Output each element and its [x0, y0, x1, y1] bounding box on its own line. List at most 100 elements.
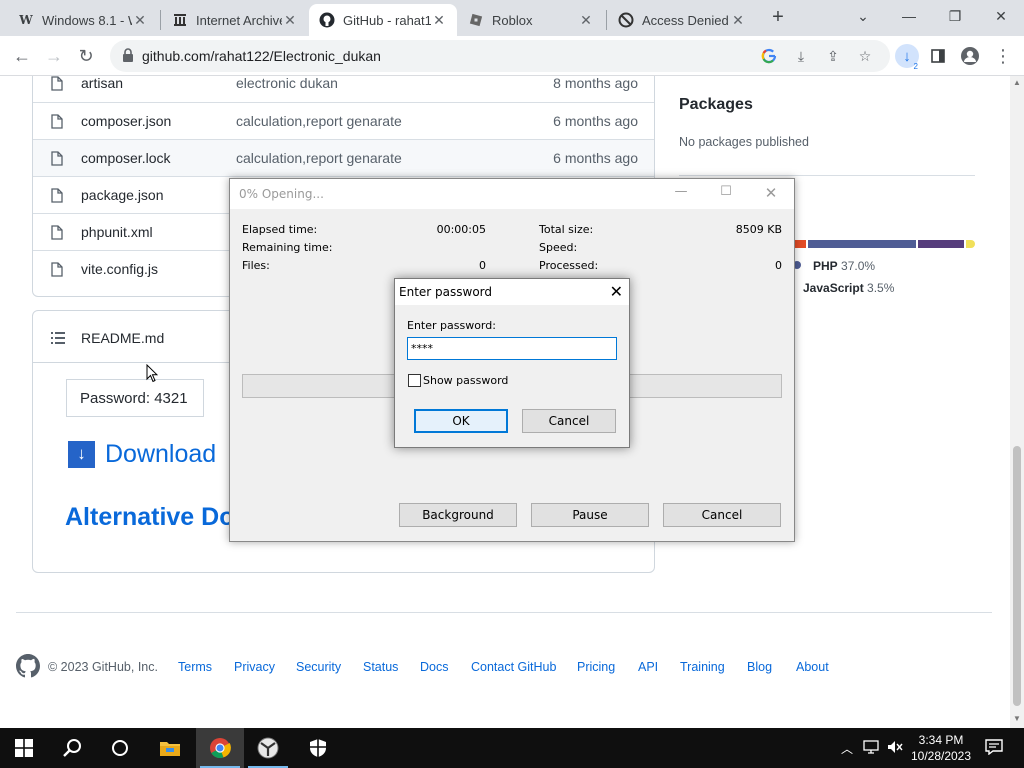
close-icon[interactable]: ✕ [282, 12, 298, 29]
forward-icon[interactable]: → [40, 42, 68, 70]
close-icon[interactable]: ✕ [756, 184, 786, 204]
commit-message[interactable]: electronic dukan [236, 76, 338, 91]
download-link[interactable]: ↓ Download [68, 439, 216, 469]
download-link-text[interactable]: Download [105, 440, 216, 469]
cancel-button[interactable]: Cancel [522, 409, 616, 433]
file-name[interactable]: phpunit.xml [81, 224, 153, 240]
bookmark-star-icon[interactable]: ☆ [856, 47, 874, 65]
7zip-app-icon[interactable] [244, 728, 292, 768]
reload-icon[interactable]: ↻ [72, 42, 100, 70]
network-icon[interactable] [862, 740, 880, 756]
start-button[interactable] [0, 728, 48, 768]
processed-value: 0 [775, 259, 782, 272]
copyright-text: © 2023 GitHub, Inc. [48, 660, 158, 674]
footer-link-security[interactable]: Security [296, 660, 341, 674]
ok-button[interactable]: OK [414, 409, 508, 433]
file-row[interactable]: artisan electronic dukan 8 months ago [33, 76, 654, 102]
language-bar-segment [918, 240, 964, 248]
show-password-checkbox[interactable] [408, 374, 421, 387]
address-bar[interactable]: github.com/rahat122/Electronic_dukan ⤓ ⇪… [110, 40, 890, 72]
cortana-icon[interactable] [96, 728, 144, 768]
commit-message[interactable]: calculation,report genarate [236, 150, 402, 166]
file-name[interactable]: composer.json [81, 113, 171, 129]
close-icon[interactable]: ✕ [431, 12, 447, 29]
close-icon[interactable]: ✕ [578, 12, 594, 29]
show-password-label[interactable]: Show password [423, 374, 508, 387]
google-icon[interactable] [760, 47, 778, 65]
pause-button[interactable]: Pause [531, 503, 649, 527]
scroll-up-arrow-icon[interactable]: ▲ [1013, 78, 1021, 87]
tab-title: Internet Archive [196, 12, 282, 28]
page-scrollbar[interactable]: ▲ ▼ [1010, 76, 1024, 728]
close-icon[interactable]: ✕ [610, 282, 623, 301]
footer-link-privacy[interactable]: Privacy [234, 660, 275, 674]
files-value: 0 [479, 259, 486, 272]
packages-title[interactable]: Packages [679, 96, 753, 114]
commit-age: 6 months ago [553, 150, 638, 166]
restore-button[interactable]: ❐ [932, 0, 978, 32]
commit-message[interactable]: calculation,report genarate [236, 113, 402, 129]
footer-link-blog[interactable]: Blog [747, 660, 772, 674]
language-javascript[interactable]: JavaScript 3.5% [803, 281, 894, 295]
close-icon[interactable]: ✕ [132, 12, 148, 29]
file-icon [51, 225, 63, 243]
install-app-icon[interactable]: ⤓ [792, 47, 810, 65]
system-clock[interactable]: 3:34 PM 10/28/2023 [906, 732, 976, 764]
windows-security-icon[interactable] [294, 728, 342, 768]
cancel-button[interactable]: Cancel [663, 503, 781, 527]
tab-search-icon[interactable]: ⌄ [840, 0, 886, 32]
search-icon[interactable] [48, 728, 96, 768]
show-hidden-icons-chevron-icon[interactable]: ︿ [838, 740, 856, 756]
volume-muted-icon[interactable] [886, 740, 904, 756]
tab-github[interactable]: GitHub - rahat1 ✕ [309, 4, 457, 36]
footer-link-terms[interactable]: Terms [178, 660, 212, 674]
close-icon[interactable]: ✕ [730, 12, 746, 29]
footer-link-training[interactable]: Training [680, 660, 725, 674]
file-explorer-icon[interactable] [146, 728, 194, 768]
tab-roblox[interactable]: Roblox ✕ [458, 4, 604, 36]
file-name[interactable]: vite.config.js [81, 261, 158, 277]
archive-icon [172, 12, 188, 28]
action-center-icon[interactable] [985, 739, 1003, 756]
maximize-icon[interactable]: ☐ [711, 184, 741, 204]
minimize-button[interactable]: — [886, 0, 932, 32]
scrollbar-thumb[interactable] [1013, 446, 1021, 706]
downloads-icon[interactable]: ↓ 2 [895, 44, 919, 71]
footer-link-docs[interactable]: Docs [420, 660, 448, 674]
tab-access-denied[interactable]: Access Denied ✕ [608, 4, 756, 36]
alternative-download-heading[interactable]: Alternative Dov [65, 503, 248, 532]
commit-age: 8 months ago [553, 76, 638, 91]
file-row[interactable]: composer.json calculation,report genarat… [33, 102, 654, 139]
footer-link-about[interactable]: About [796, 660, 829, 674]
dialog-titlebar[interactable]: 0% Opening... — ☐ ✕ [230, 179, 794, 209]
tab-internet-archive[interactable]: Internet Archive ✕ [162, 4, 308, 36]
dialog-titlebar[interactable]: Enter password ✕ [395, 279, 629, 305]
file-name[interactable]: composer.lock [81, 150, 170, 166]
file-row[interactable]: composer.lock calculation,report genarat… [33, 139, 654, 176]
more-menu-icon[interactable]: ⋮ [992, 45, 1014, 67]
scroll-down-arrow-icon[interactable]: ▼ [1013, 714, 1021, 723]
profile-avatar-icon[interactable] [959, 45, 981, 67]
footer-link-contact[interactable]: Contact GitHub [471, 660, 556, 674]
footer-link-api[interactable]: API [638, 660, 658, 674]
background-button[interactable]: Background [399, 503, 517, 527]
file-name[interactable]: artisan [81, 76, 123, 91]
file-name[interactable]: package.json [81, 187, 164, 203]
list-icon[interactable] [51, 331, 65, 349]
tab-windows-81[interactable]: W Windows 8.1 - W ✕ [8, 4, 158, 36]
back-icon[interactable]: ← [8, 42, 36, 70]
footer-link-status[interactable]: Status [363, 660, 398, 674]
password-input[interactable] [407, 337, 617, 360]
github-logo-icon[interactable] [16, 654, 40, 683]
minimize-icon[interactable]: — [666, 184, 696, 204]
dialog-title: Enter password [399, 285, 492, 299]
side-panel-icon[interactable] [927, 45, 949, 67]
close-window-button[interactable]: ✕ [978, 0, 1024, 32]
language-php[interactable]: PHP 37.0% [813, 259, 875, 273]
share-icon[interactable]: ⇪ [824, 47, 842, 65]
tab-title: Roblox [492, 12, 533, 28]
footer-link-pricing[interactable]: Pricing [577, 660, 615, 674]
readme-title[interactable]: README.md [81, 330, 164, 346]
chrome-icon[interactable] [196, 728, 244, 768]
new-tab-button[interactable]: + [766, 6, 790, 30]
